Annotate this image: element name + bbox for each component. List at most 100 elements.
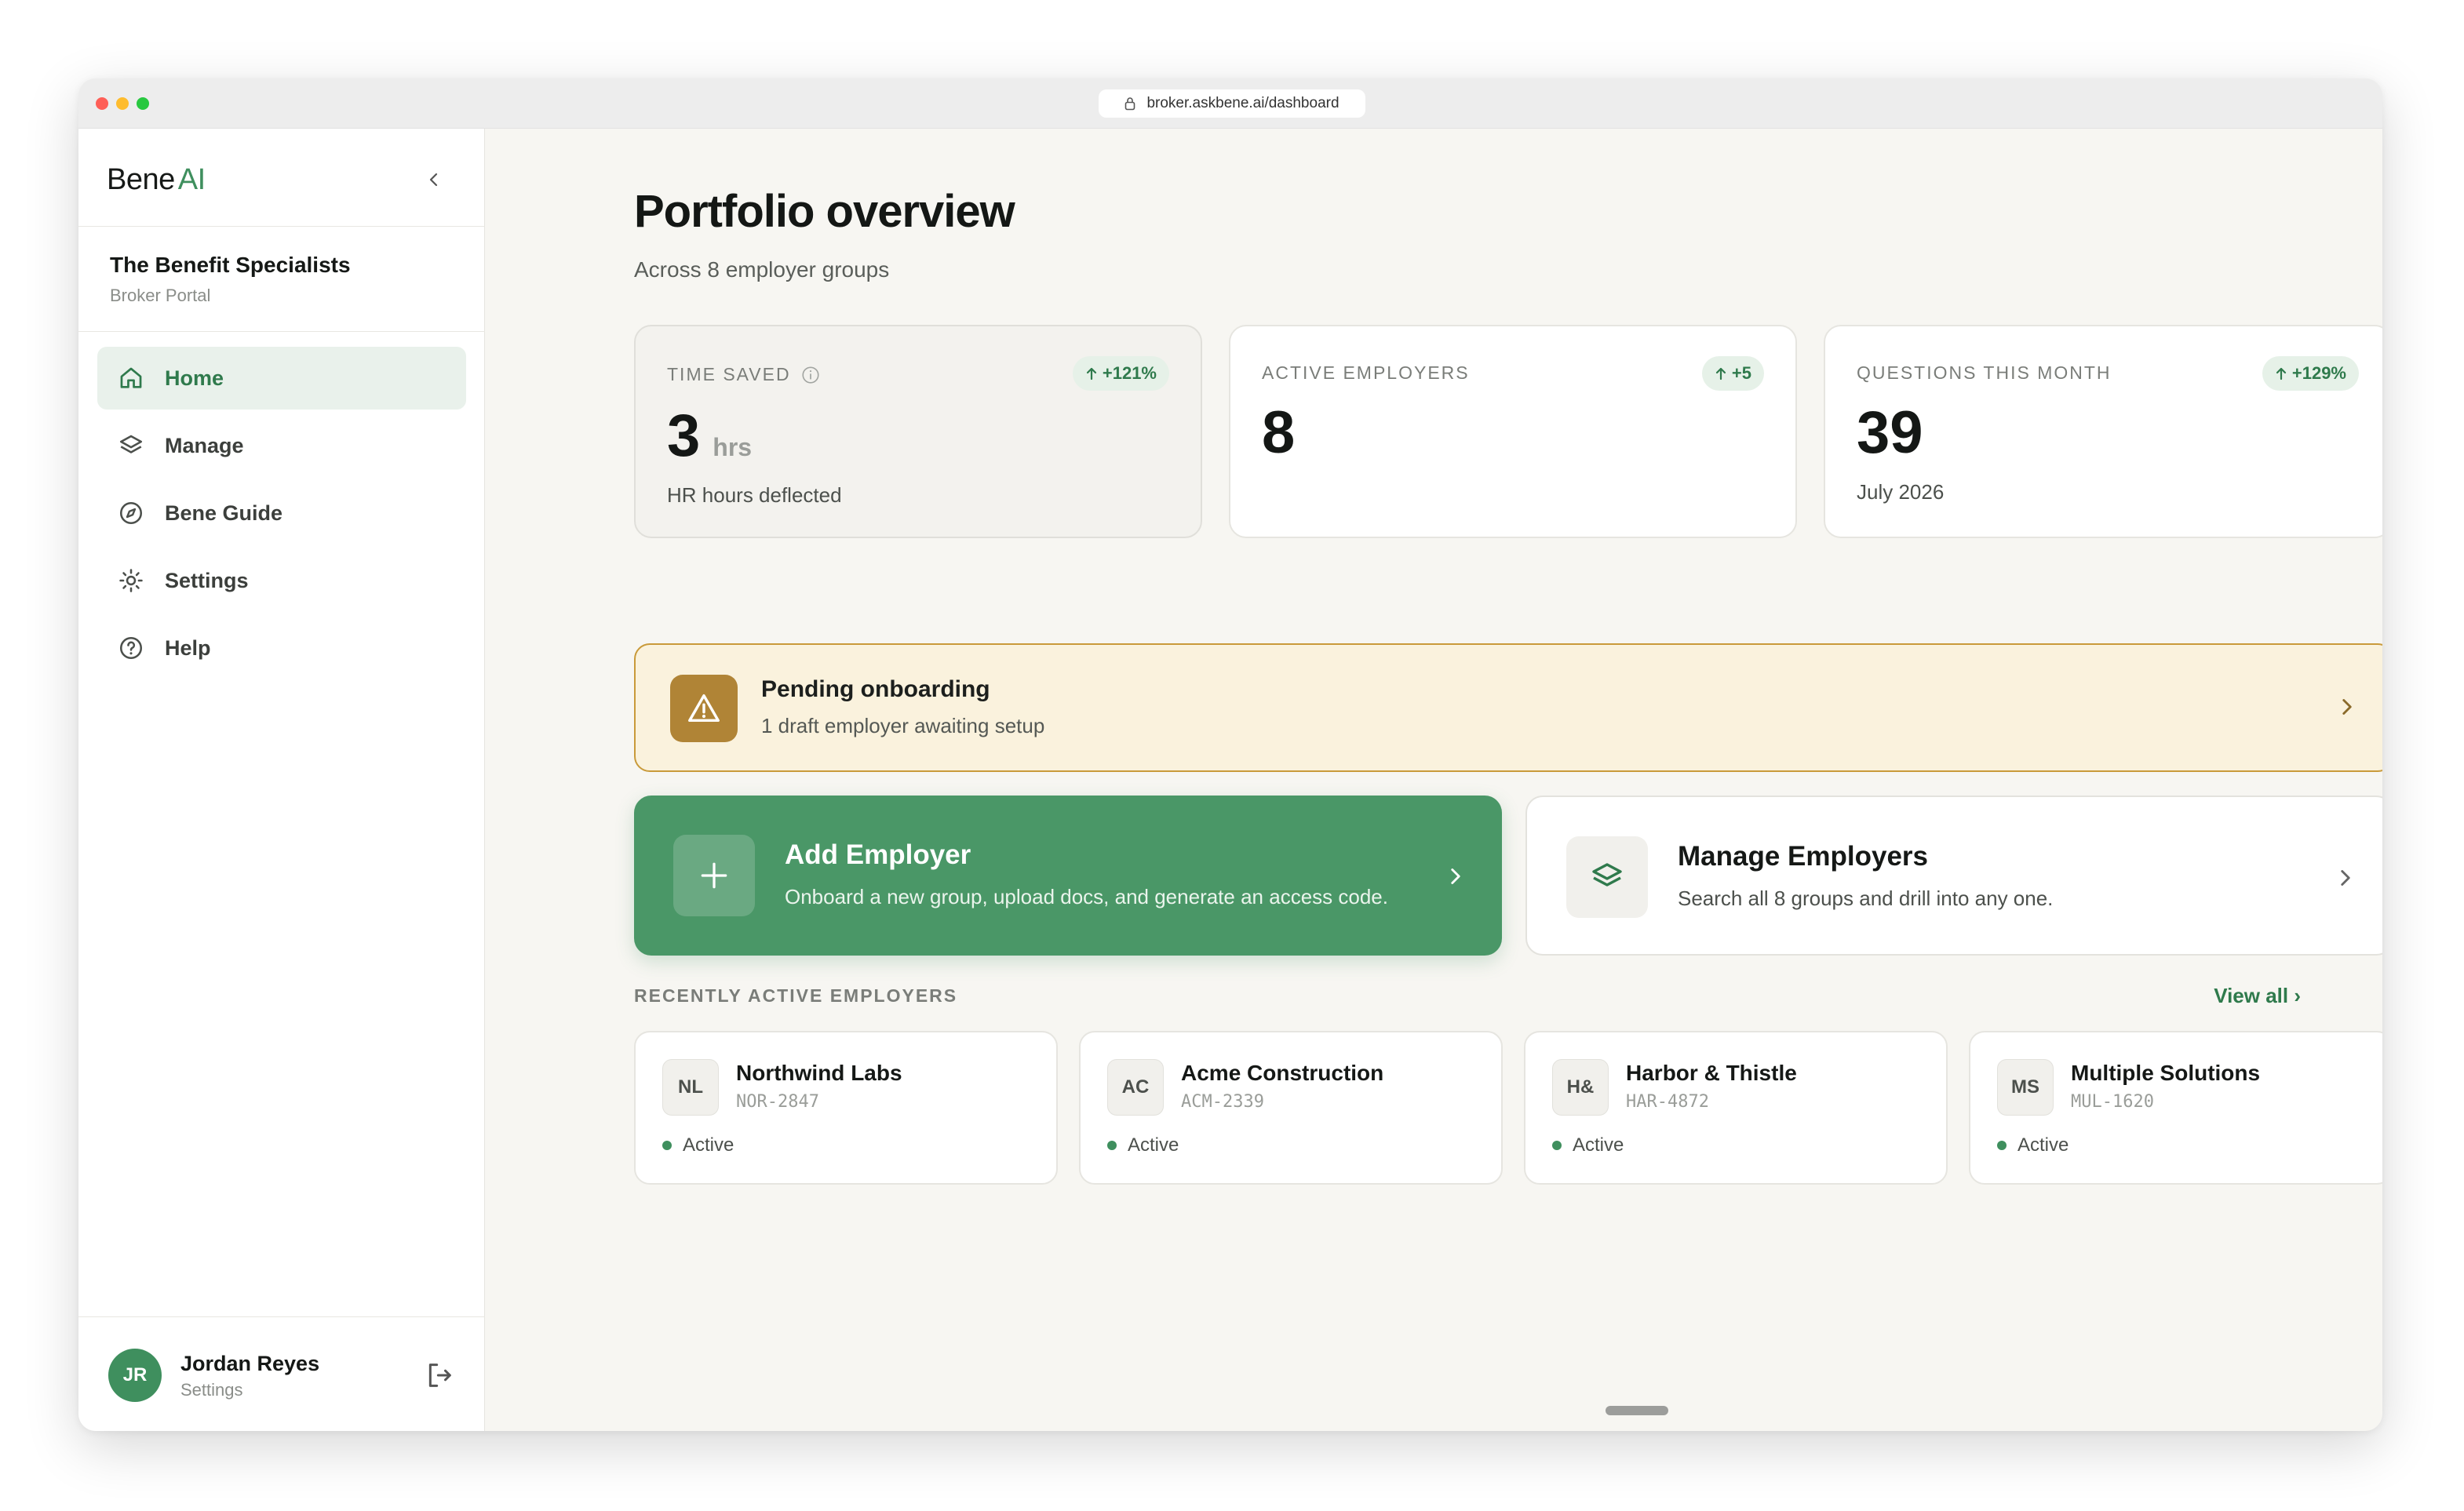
status-badge: Active [662,1134,734,1156]
status-badge: Active [1107,1134,1179,1156]
action-subtitle: Onboard a new group, upload docs, and ge… [785,885,1388,908]
app-logo[interactable]: Bene AI [107,163,206,197]
stat-value: 3 hrs [667,402,752,470]
logout-icon[interactable] [424,1360,455,1391]
info-icon[interactable] [800,365,821,385]
banner-subtitle: 1 draft employer awaiting setup [761,714,1045,737]
status-text: Active [683,1134,734,1156]
stat-unit: hrs [713,433,753,461]
employer-name: Acme Construction [1181,1061,1384,1085]
status-text: Active [1128,1134,1179,1156]
status-text: Active [2017,1134,2069,1156]
employer-code: NOR-2847 [736,1092,819,1112]
address-bar[interactable]: broker.askbene.ai/dashboard [1099,89,1365,118]
manage-employers-button[interactable]: Manage Employers Search all 8 groups and… [1525,796,2382,956]
view-all-link[interactable]: View all › [2214,984,2301,1008]
employer-code: MUL-1620 [2071,1092,2154,1112]
scroll-handle[interactable] [1606,1406,1668,1415]
stat-note: HR hours deflected [667,483,842,507]
plus-icon-tile [673,835,755,916]
sidebar-nav: Home Manage Bene Guide Settings Help [97,347,466,684]
action-title: Manage Employers [1678,841,1928,872]
lock-icon [1125,97,1135,111]
stat-label-text: TIME SAVED [667,364,791,384]
chevron-left-icon [429,173,438,187]
employer-card[interactable]: H& Harbor & Thistle HAR-4872 Active [1524,1031,1948,1185]
avatar[interactable]: JR [108,1349,162,1402]
sidebar-item-label: Bene Guide [165,501,283,525]
employer-card[interactable]: MS Multiple Solutions MUL-1620 Active [1969,1031,2382,1185]
employer-initials: H& [1552,1059,1609,1116]
sidebar-item-home[interactable]: Home [97,347,466,410]
divider [78,226,485,227]
employer-card[interactable]: AC Acme Construction ACM-2339 Active [1079,1031,1503,1185]
employer-name: Northwind Labs [736,1061,902,1085]
action-title: Add Employer [785,839,971,870]
chevron-right-icon [1451,868,1460,884]
org-subtitle: Broker Portal [110,286,211,305]
warning-icon-tile [670,675,738,742]
stat-card-questions: QUESTIONS THIS MONTH +129% 39 July 2026 [1824,325,2382,538]
arrow-up-icon [1086,367,1096,380]
divider [78,331,485,332]
collapse-sidebar-button[interactable] [414,160,454,199]
logo-accent: AI [177,163,206,196]
chevron-right-icon [2341,870,2350,886]
minimize-window-button[interactable] [116,97,129,110]
sidebar-item-help[interactable]: Help [97,617,466,679]
employer-name: Harbor & Thistle [1626,1061,1797,1085]
pending-onboarding-banner[interactable]: Pending onboarding 1 draft employer awai… [634,643,2382,772]
user-name: Jordan Reyes [180,1352,320,1375]
chevron-right-icon [2342,699,2352,715]
employer-code: ACM-2339 [1181,1092,1264,1112]
section-heading: RECENTLY ACTIVE EMPLOYERS [634,985,958,1006]
user-profile[interactable]: JR Jordan Reyes Settings [78,1316,485,1431]
arrow-up-icon [1715,367,1726,380]
arrow-up-icon [2276,367,2286,380]
stat-label: ACTIVE EMPLOYERS [1262,362,1470,383]
layers-icon [1592,863,1622,887]
employer-card[interactable]: NL Northwind Labs NOR-2847 Active [634,1031,1058,1185]
close-window-button[interactable] [96,97,108,110]
banner-title: Pending onboarding [761,676,990,702]
delta-text: +129% [2291,363,2346,383]
add-employer-button[interactable]: Add Employer Onboard a new group, upload… [634,796,1502,956]
org-name: The Benefit Specialists [110,253,351,277]
layers-icon-tile [1566,836,1648,918]
user-settings-link[interactable]: Settings [180,1380,243,1400]
page-title: Portfolio overview [634,186,1015,237]
browser-window: broker.askbene.ai/dashboard Bene AI The B… [78,78,2382,1431]
plus-icon [701,862,727,889]
sidebar-item-label: Help [165,635,211,660]
help-circle-icon [119,636,143,660]
layers-icon [119,435,143,453]
employer-name: Multiple Solutions [2071,1061,2261,1085]
status-dot-icon [1107,1141,1117,1150]
maximize-window-button[interactable] [137,97,149,110]
sun-gear-icon [119,569,143,592]
warning-icon [688,694,720,723]
delta-text: +121% [1102,363,1157,383]
employer-code: HAR-4872 [1626,1092,1709,1112]
employer-initials: MS [1997,1059,2054,1116]
stat-label: TIME SAVED [667,364,821,385]
sidebar-item-bene-guide[interactable]: Bene Guide [97,482,466,544]
delta-text: +5 [1731,363,1751,383]
stat-value: 8 [1262,399,1296,466]
stat-card-active-employers: ACTIVE EMPLOYERS +5 8 [1229,325,1797,538]
browser-titlebar: broker.askbene.ai/dashboard [78,78,2382,129]
stat-value: 39 [1857,399,1923,466]
compass-icon [119,501,143,525]
home-icon [120,367,142,388]
sidebar-item-label: Manage [165,433,244,457]
status-text: Active [1573,1134,1624,1156]
employer-initials: NL [662,1059,719,1116]
stat-number: 3 [667,402,701,469]
logo-wordmark: Bene [107,163,175,196]
sidebar-item-settings[interactable]: Settings [97,549,466,612]
stat-label: QUESTIONS THIS MONTH [1857,362,2112,383]
sidebar-item-manage[interactable]: Manage [97,414,466,477]
status-dot-icon [1997,1141,2007,1150]
sidebar-item-label: Settings [165,568,249,592]
delta-badge: +129% [2262,356,2359,391]
